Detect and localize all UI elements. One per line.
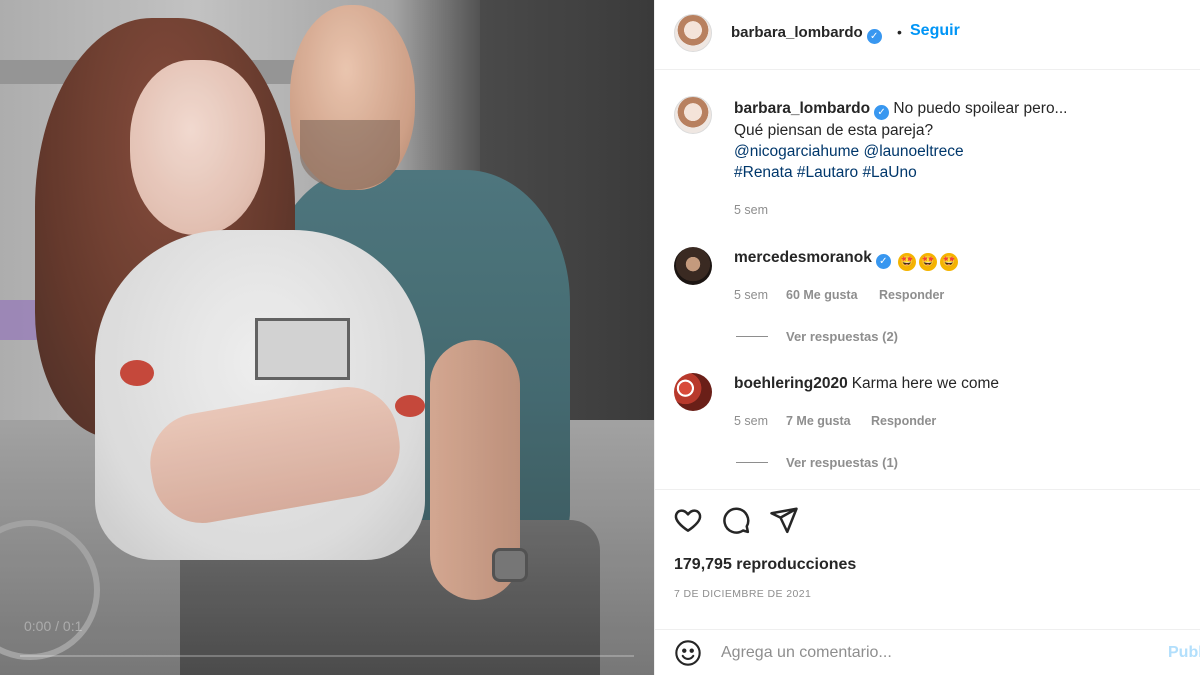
comment-likes[interactable]: 7 Me gusta [786, 414, 851, 428]
verified-icon: ✓ [874, 105, 890, 120]
comment-username[interactable]: boehlering2020 [734, 375, 848, 392]
post-side-panel: barbara_lombardo ✓ • Seguir barbara_lomba… [654, 0, 1200, 675]
verified-icon: ✓ [866, 29, 882, 44]
heart-icon[interactable] [673, 505, 705, 537]
star-struck-emoji: 🤩 [919, 253, 938, 271]
video-time: 0:00 / 0:1 [24, 618, 83, 634]
comment-avatar[interactable] [674, 373, 712, 411]
comment-username[interactable]: mercedesmoranok [734, 249, 872, 266]
caption-text: No puedo spoilear pero... [893, 100, 1068, 117]
comment-body: boehlering2020 Karma here we come [734, 373, 999, 395]
replies-divider [736, 462, 768, 463]
video-overlay [0, 0, 654, 675]
comment-likes[interactable]: 60 Me gusta [786, 288, 858, 302]
mention-link[interactable]: @launoeltrece [863, 143, 963, 160]
avatar[interactable] [674, 14, 712, 52]
caption-avatar[interactable] [674, 96, 712, 134]
caption-timestamp[interactable]: 5 sem [734, 203, 768, 217]
view-replies-button[interactable]: Ver respuestas (2) [786, 329, 898, 344]
post-date: 7 DE DICIEMBRE DE 2021 [674, 588, 812, 600]
replies-divider [736, 336, 768, 337]
comment-body: mercedesmoranok ✓ 🤩 🤩 🤩 [734, 247, 959, 271]
mention-link[interactable]: @nicogarciahume [734, 143, 859, 160]
caption-username[interactable]: barbara_lombardo [734, 100, 870, 117]
star-struck-emoji: 🤩 [898, 253, 917, 271]
video-progress-bar[interactable] [20, 655, 634, 657]
post-header: barbara_lombardo ✓ • Seguir [655, 0, 1200, 70]
emoji-icon[interactable] [674, 639, 702, 667]
author-username[interactable]: barbara_lombardo ✓ [731, 24, 882, 44]
comment-box: Publicar [655, 629, 1200, 675]
caption-hashtags: #Renata #Lautaro #LaUno [734, 162, 917, 184]
publish-button[interactable]: Publicar [1168, 644, 1200, 662]
caption-line-2: Qué piensan de esta pareja? [734, 122, 934, 139]
action-bar [655, 489, 1200, 490]
comment-icon[interactable] [721, 505, 753, 537]
reply-button[interactable]: Responder [871, 414, 936, 428]
view-replies-button[interactable]: Ver respuestas (1) [786, 455, 898, 470]
share-icon[interactable] [769, 505, 801, 537]
comment-timestamp[interactable]: 5 sem [734, 288, 768, 302]
caption-mentions: @nicogarciahume @launoeltrece [734, 141, 964, 163]
caption-first-line: barbara_lombardo ✓ No puedo spoilear pero… [734, 98, 1067, 120]
view-count[interactable]: 179,795 reproducciones [674, 556, 856, 574]
separator-dot: • [897, 24, 902, 40]
hashtag-link[interactable]: #Renata [734, 164, 793, 181]
verified-icon: ✓ [875, 254, 891, 269]
comment-text: Karma here we come [851, 375, 1000, 392]
hashtag-link[interactable]: #Lautaro [797, 164, 858, 181]
comment-timestamp[interactable]: 5 sem [734, 414, 768, 428]
hashtag-link[interactable]: #LaUno [862, 164, 916, 181]
reply-button[interactable]: Responder [879, 288, 944, 302]
star-struck-emoji: 🤩 [940, 253, 959, 271]
follow-button[interactable]: Seguir [910, 22, 960, 40]
comment-avatar[interactable] [674, 247, 712, 285]
comment-input[interactable] [721, 640, 1151, 666]
post-media-video[interactable]: 0:00 / 0:1 [0, 0, 654, 675]
author-username-text[interactable]: barbara_lombardo [731, 24, 863, 41]
